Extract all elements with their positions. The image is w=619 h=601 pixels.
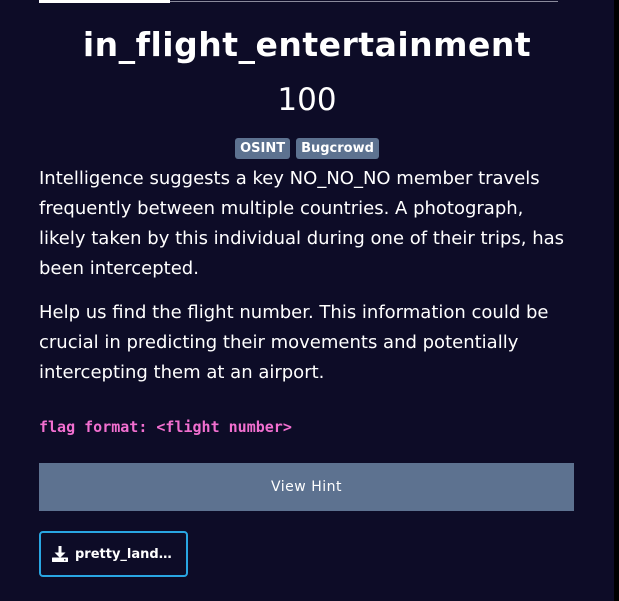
file-name: pretty_land… xyxy=(75,546,172,562)
challenge-tags: OSINT Bugcrowd xyxy=(0,138,614,159)
challenge-points: 100 xyxy=(277,82,337,118)
active-tab-indicator[interactable] xyxy=(39,0,170,3)
challenge-title: in_flight_entertainment xyxy=(82,25,532,64)
flag-format: flag format: <flight number> xyxy=(39,418,292,436)
tab-bar xyxy=(39,0,558,3)
tag-bugcrowd: Bugcrowd xyxy=(296,138,379,159)
tag-osint: OSINT xyxy=(235,138,291,159)
window-edge xyxy=(614,0,619,601)
tab-divider xyxy=(170,1,558,2)
download-icon xyxy=(52,546,68,562)
challenge-description: Intelligence suggests a key NO_NO_NO mem… xyxy=(39,164,574,402)
description-paragraph: Help us find the flight number. This inf… xyxy=(39,302,549,383)
description-paragraph: Intelligence suggests a key NO_NO_NO mem… xyxy=(39,168,565,279)
view-hint-button[interactable]: View Hint xyxy=(39,463,574,511)
file-download-button[interactable]: pretty_land… xyxy=(39,531,188,577)
